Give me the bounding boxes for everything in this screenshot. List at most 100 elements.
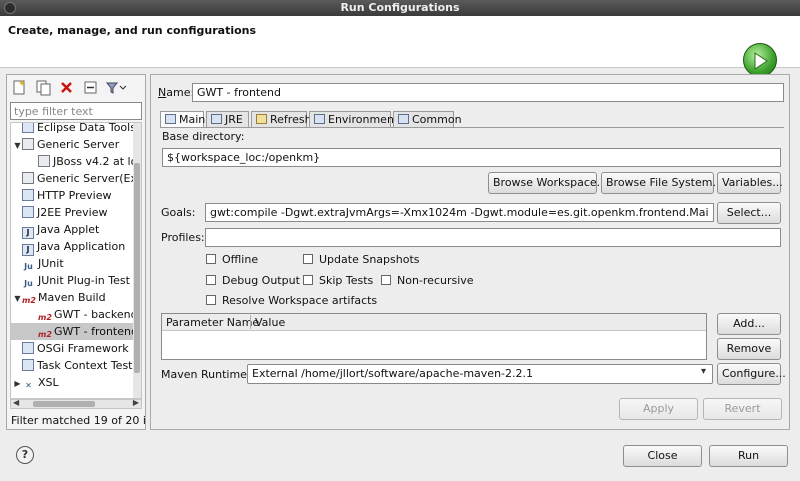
refresh-tab-icon (256, 114, 267, 124)
maven-icon: m2 (38, 330, 52, 339)
revert-button[interactable]: Revert (703, 398, 782, 420)
non-recursive-checkbox-box[interactable] (381, 275, 391, 285)
tree-item[interactable]: ▶ ✕ XSL (11, 374, 141, 392)
goals-select-button[interactable]: Select... (717, 202, 781, 224)
tree-item-label: Java Applet (37, 223, 100, 236)
tree-hscrollbar[interactable]: ◀ ▶ (10, 398, 142, 409)
remove-parameter-button[interactable]: Remove (717, 338, 781, 360)
tree-item[interactable]: JBoss v4.2 at loca (11, 153, 142, 170)
tree-item[interactable]: Task Context Test (11, 357, 141, 374)
window-close-icon[interactable] (4, 2, 16, 14)
java-app-icon: J (22, 244, 34, 256)
expand-toggle-icon[interactable]: ▶ (13, 375, 22, 392)
maven-runtime-label: Maven Runtime: (161, 368, 251, 381)
parameter-table[interactable]: Parameter Name Value (161, 313, 707, 360)
delete-icon[interactable] (58, 79, 75, 96)
tree-item[interactable]: J2EE Preview (11, 204, 141, 221)
variables-button[interactable]: Variables... (717, 172, 783, 194)
name-field[interactable] (192, 83, 784, 102)
tree-item[interactable]: OSGi Framework (11, 340, 141, 357)
browse-file-system-button[interactable]: Browse File System... (601, 172, 723, 194)
tree-item-label: XSL (38, 376, 59, 389)
run-icon (743, 43, 777, 77)
main-tab-icon (165, 114, 176, 124)
expand-toggle-icon[interactable]: ▼ (13, 137, 22, 154)
tab-environment[interactable]: Environment (309, 111, 398, 128)
new-config-icon[interactable] (11, 79, 28, 96)
server-icon (38, 155, 50, 167)
skip-tests-checkbox-box[interactable] (303, 275, 313, 285)
tree-item[interactable]: ▼ Generic Server (11, 136, 141, 154)
server-icon (22, 172, 34, 184)
tree-item-label: Eclipse Data Tools (37, 122, 136, 134)
maven-runtime-value: External /home/jllort/software/apache-ma… (252, 367, 533, 380)
tree-item[interactable]: Eclipse Data Tools (11, 122, 141, 136)
common-tab-icon (398, 114, 409, 124)
column-header-value[interactable]: Value (255, 316, 285, 329)
tree-item-label: Maven Build (38, 291, 106, 304)
offline-checkbox[interactable]: Offline (206, 253, 258, 266)
tree-item-label: OSGi Framework (37, 342, 129, 355)
goals-field[interactable] (205, 203, 714, 222)
tree-item[interactable]: m2 GWT - backend (11, 306, 141, 323)
header-title: Create, manage, and run configurations (8, 24, 257, 37)
maven-runtime-select[interactable]: External /home/jllort/software/apache-ma… (247, 364, 713, 384)
name-label: Name: (158, 86, 195, 99)
tree-vscrollbar[interactable] (133, 123, 141, 398)
skip-tests-checkbox[interactable]: Skip Tests (303, 274, 373, 287)
goals-label: Goals: (161, 206, 196, 219)
tree-item[interactable]: HTTP Preview (11, 187, 141, 204)
tree-item[interactable]: ▼m2 Maven Build (11, 289, 141, 307)
launch-type-icon (22, 342, 34, 354)
tree-item[interactable]: m2 GWT - frontend (11, 323, 141, 340)
tree-item-label: JBoss v4.2 at loca (53, 155, 142, 168)
tree-item-label: Java Application (37, 240, 126, 253)
filter-input[interactable] (10, 102, 142, 120)
tree-item-label: HTTP Preview (37, 189, 112, 202)
base-dir-label: Base directory: (162, 130, 245, 143)
tree-item-label: Generic Server (37, 138, 120, 151)
configure-button[interactable]: Configure... (717, 363, 786, 385)
duplicate-icon[interactable] (35, 79, 52, 96)
tree-item[interactable]: J Java Application (11, 238, 141, 256)
window-title: Run Configurations (340, 1, 460, 14)
tree-item[interactable]: Ju JUnit (11, 255, 141, 272)
add-parameter-button[interactable]: Add... (717, 313, 781, 335)
tab-common[interactable]: Common (393, 111, 462, 128)
apply-button[interactable]: Apply (619, 398, 698, 420)
run-button[interactable]: Run (709, 445, 788, 467)
tree-item-label: GWT - backend (54, 308, 138, 321)
browse-workspace-button[interactable]: Browse Workspace... (488, 172, 607, 194)
xsl-icon: ✕ (25, 381, 32, 390)
help-icon[interactable]: ? (16, 446, 34, 464)
tree-item[interactable]: Ju JUnit Plug-in Test (11, 272, 141, 289)
jre-tab-icon (211, 114, 222, 124)
tree-item[interactable]: Generic Server(Exte (11, 170, 141, 187)
launch-type-icon (22, 359, 34, 371)
debug-output-checkbox-box[interactable] (206, 275, 216, 285)
resolve-workspace-checkbox[interactable]: Resolve Workspace artifacts (206, 294, 377, 307)
non-recursive-checkbox[interactable]: Non-recursive (381, 274, 474, 287)
update-snapshots-checkbox-box[interactable] (303, 254, 313, 264)
profiles-field[interactable] (205, 228, 781, 247)
tree-item-label: GWT - frontend (54, 325, 138, 338)
tab-jre[interactable]: JRE (206, 111, 249, 128)
collapse-all-icon[interactable] (82, 79, 99, 96)
offline-checkbox-box[interactable] (206, 254, 216, 264)
column-header-parameter-name[interactable]: Parameter Name (166, 316, 259, 329)
junit-icon: Ju (24, 279, 33, 288)
java-applet-icon: J (22, 227, 34, 239)
launch-type-icon (22, 123, 34, 133)
tab-refresh[interactable]: Refresh (251, 111, 312, 128)
base-dir-field[interactable] (162, 148, 781, 167)
debug-output-checkbox[interactable]: Debug Output (206, 274, 300, 287)
tree-item-label: J2EE Preview (37, 206, 108, 219)
close-button[interactable]: Close (623, 445, 702, 467)
filter-icon[interactable] (105, 79, 127, 96)
resolve-workspace-checkbox-box[interactable] (206, 295, 216, 305)
tree-item[interactable]: J Java Applet (11, 221, 141, 239)
environment-tab-icon (314, 114, 325, 124)
expand-toggle-icon[interactable]: ▼ (13, 290, 22, 307)
update-snapshots-checkbox[interactable]: Update Snapshots (303, 253, 420, 266)
launch-type-icon (22, 206, 34, 218)
